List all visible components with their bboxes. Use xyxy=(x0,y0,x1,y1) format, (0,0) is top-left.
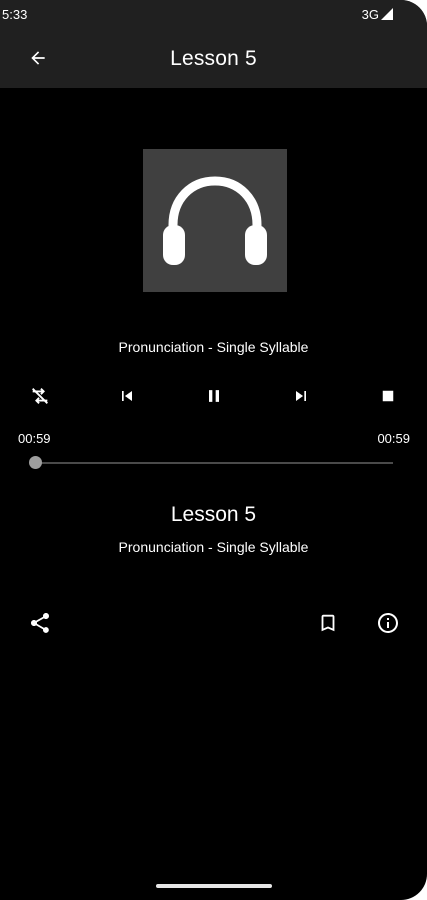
bookmark-icon xyxy=(321,614,335,632)
seek-bar[interactable] xyxy=(36,462,393,464)
share-icon xyxy=(31,613,49,633)
total-duration: 00:59 xyxy=(377,431,410,446)
app-bar: Lesson 5 xyxy=(0,28,427,88)
skip-previous-icon xyxy=(122,391,132,401)
shuffle-button[interactable] xyxy=(25,382,55,410)
skip-next-icon xyxy=(296,391,306,401)
pause-icon xyxy=(209,390,219,402)
stop-icon xyxy=(382,390,394,402)
album-artwork xyxy=(143,149,287,292)
stop-button[interactable] xyxy=(373,382,403,410)
track-name: Pronunciation - Single Syllable xyxy=(118,339,309,355)
seek-thumb[interactable] xyxy=(29,456,42,469)
network-type: 3G xyxy=(361,7,379,22)
status-time: 5:33 xyxy=(2,7,28,22)
lesson-subtitle: Pronunciation - Single Syllable xyxy=(118,539,309,555)
elapsed-time: 00:59 xyxy=(18,431,51,446)
info-icon xyxy=(378,613,398,633)
bookmark-button[interactable] xyxy=(313,608,343,638)
shuffle-off-icon xyxy=(32,388,48,404)
lesson-title: Lesson 5 xyxy=(170,503,257,526)
next-button[interactable] xyxy=(286,382,316,410)
pause-button[interactable] xyxy=(199,382,229,410)
signal-icon xyxy=(381,8,393,20)
screen: 5:33 3G Lesson 5 Pronunciation - Single … xyxy=(0,0,427,900)
headphones-icon xyxy=(163,175,267,265)
info-button[interactable] xyxy=(373,608,403,638)
status-bar: 5:33 3G xyxy=(0,0,427,28)
previous-button[interactable] xyxy=(112,382,142,410)
page-title: Lesson 5 xyxy=(170,47,257,70)
home-indicator[interactable] xyxy=(156,884,272,888)
share-button[interactable] xyxy=(25,608,55,638)
